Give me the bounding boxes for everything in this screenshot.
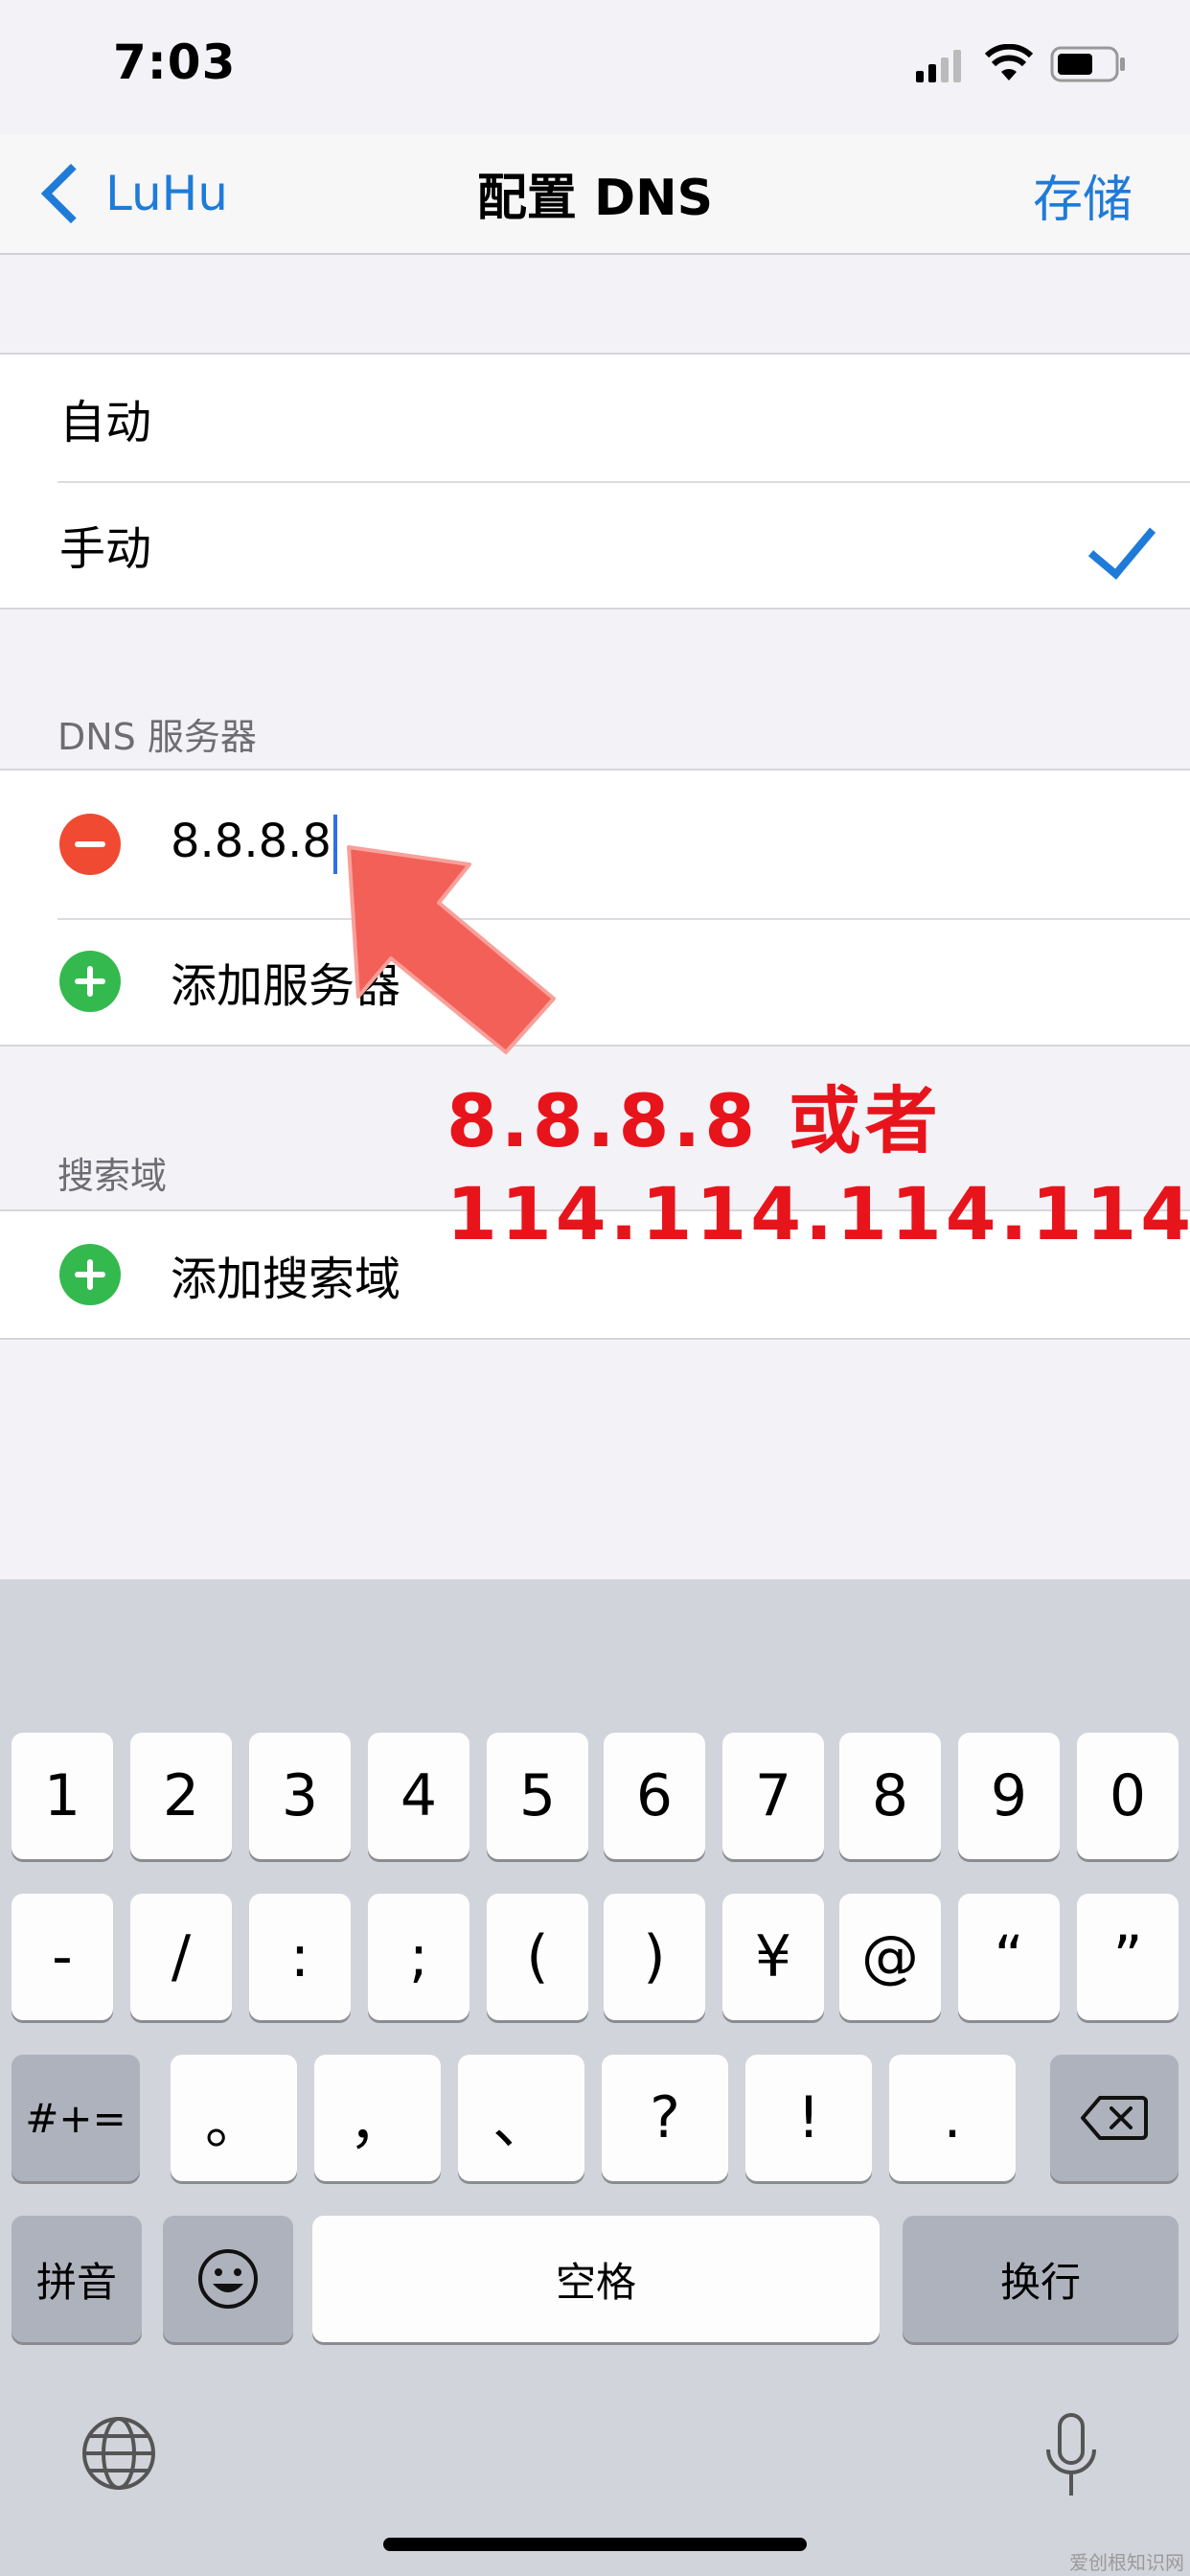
key-enumeration-comma[interactable]: 、 <box>458 2055 584 2181</box>
key-question[interactable]: ? <box>602 2055 728 2181</box>
key-2[interactable]: 2 <box>130 1733 232 1859</box>
symbols-mode-key[interactable]: #+= <box>11 2055 140 2181</box>
emoji-key[interactable] <box>163 2216 293 2342</box>
key-exclamation[interactable]: ! <box>745 2055 872 2181</box>
home-indicator <box>383 2538 807 2551</box>
backspace-icon <box>1081 2096 1148 2140</box>
key-open-quote[interactable]: “ <box>958 1894 1060 2020</box>
key-period-cjk[interactable]: 。 <box>171 2055 297 2181</box>
key-5[interactable]: 5 <box>487 1733 588 1859</box>
key-1[interactable]: 1 <box>11 1733 113 1859</box>
key-at[interactable]: @ <box>839 1894 941 2020</box>
key-close-quote[interactable]: ” <box>1077 1894 1179 2020</box>
key-slash[interactable]: / <box>130 1894 232 2020</box>
key-6[interactable]: 6 <box>604 1733 705 1859</box>
key-hyphen[interactable]: - <box>11 1894 113 2020</box>
key-open-paren[interactable]: ( <box>487 1894 588 2020</box>
key-3[interactable]: 3 <box>249 1733 351 1859</box>
search-domains-section-title: 搜索域 <box>57 1155 168 1197</box>
key-0[interactable]: 0 <box>1077 1733 1179 1859</box>
key-yen[interactable]: ¥ <box>722 1894 824 2020</box>
microphone-icon[interactable] <box>1042 2413 1100 2499</box>
key-colon[interactable]: : <box>249 1894 351 2020</box>
key-7[interactable]: 7 <box>722 1733 824 1859</box>
emoji-icon <box>198 2249 258 2309</box>
add-search-domain-label: 添加搜索域 <box>171 1253 401 1306</box>
annotation-line-1: 8.8.8.8 或者 <box>446 1078 942 1163</box>
space-key[interactable]: 空格 <box>312 2216 880 2342</box>
watermark: 爱创根知识网 <box>1069 2551 1184 2574</box>
backspace-key[interactable] <box>1050 2055 1179 2181</box>
annotation-arrow-icon <box>347 845 556 1054</box>
pinyin-key[interactable]: 拼音 <box>11 2216 142 2342</box>
key-8[interactable]: 8 <box>839 1733 941 1859</box>
annotation-line-2: 114.114.114.114 <box>446 1171 1190 1256</box>
key-4[interactable]: 4 <box>368 1733 469 1859</box>
globe-icon[interactable] <box>80 2415 157 2492</box>
key-close-paren[interactable]: ) <box>604 1894 705 2020</box>
key-period[interactable]: . <box>889 2055 1016 2181</box>
return-key[interactable]: 换行 <box>903 2216 1179 2342</box>
key-9[interactable]: 9 <box>958 1733 1060 1859</box>
keyboard: 1 2 3 4 5 6 7 8 9 0 - / : ; ( ) ¥ @ “ ” … <box>0 1579 1190 2576</box>
add-search-domain-icon <box>59 1244 121 1305</box>
key-comma-cjk[interactable]: ， <box>314 2055 441 2181</box>
key-semicolon[interactable]: ; <box>368 1894 469 2020</box>
